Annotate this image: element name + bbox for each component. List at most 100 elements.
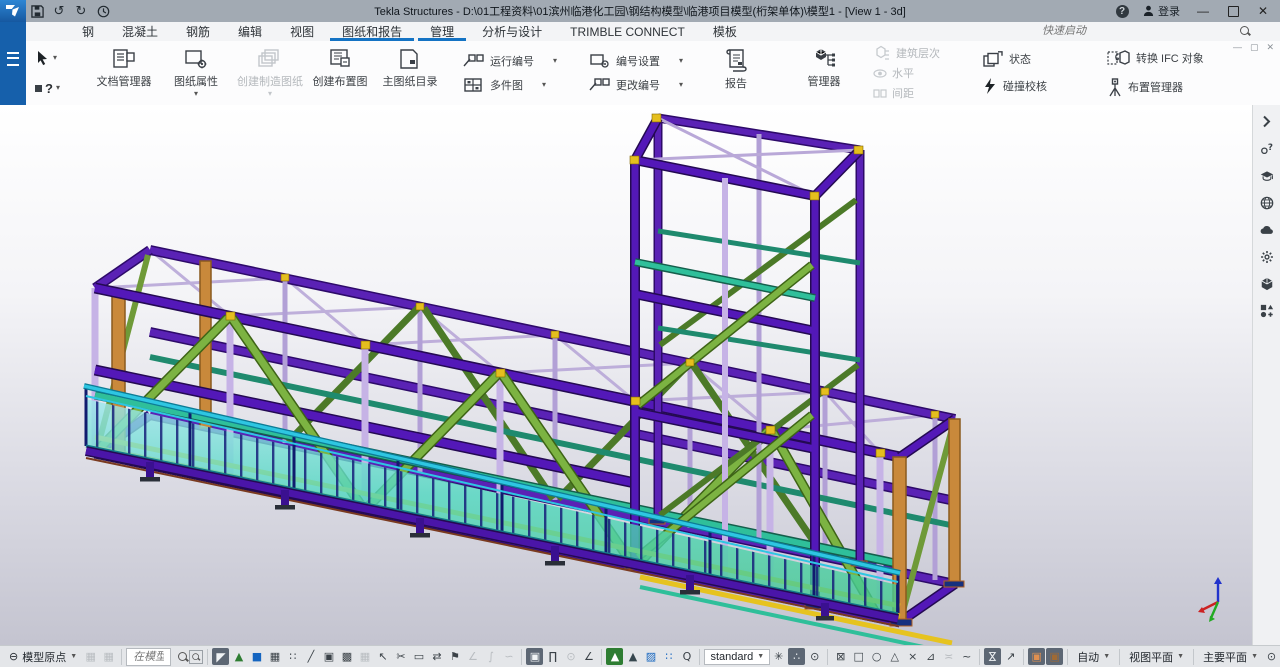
view-plane-dropdown[interactable]: 视图平面▼: [1124, 647, 1189, 667]
snap-mode-dropdown[interactable]: 自动▼: [1072, 647, 1115, 667]
filter-parts-icon[interactable]: ▲: [624, 648, 641, 665]
menu-tab[interactable]: 钢筋: [172, 22, 224, 41]
select-assemblies-icon[interactable]: ▦: [266, 648, 283, 665]
plane-visibility-icon[interactable]: ⊙: [1263, 648, 1280, 665]
snap-free-icon[interactable]: ↗: [1002, 648, 1019, 665]
multi-drawing-button[interactable]: 多件图▾: [461, 76, 583, 94]
snap-curve-icon[interactable]: ~: [958, 648, 975, 665]
ribbon-minimize-icon[interactable]: —: [1233, 42, 1242, 53]
relative-coords-icon[interactable]: ▣: [1046, 648, 1063, 665]
quick-launch[interactable]: [1040, 23, 1250, 39]
filter-components-icon[interactable]: ▲: [606, 648, 623, 665]
master-drawing-catalog-button[interactable]: 主图纸目录: [381, 41, 439, 105]
origin-lock-icon[interactable]: ▦: [82, 648, 99, 665]
inquire-tool-button[interactable]: ?▾: [34, 80, 61, 97]
organizer-button[interactable]: 管理器: [795, 41, 853, 105]
settings-icon[interactable]: [1254, 243, 1280, 270]
history-button[interactable]: [92, 2, 114, 20]
menu-tab[interactable]: 分析与设计: [468, 22, 556, 41]
filter-hatch-icon[interactable]: ▨: [642, 648, 659, 665]
snap-midpoint-icon[interactable]: ≍: [940, 648, 957, 665]
select-surfaces-icon[interactable]: ▣: [526, 648, 543, 665]
snap-circle-icon[interactable]: ○: [868, 648, 885, 665]
redo-button[interactable]: ↻: [70, 2, 92, 20]
reports-button[interactable]: 报告: [707, 41, 765, 105]
status-button[interactable]: 状态: [980, 50, 1049, 68]
snap-triangle-icon[interactable]: △: [886, 648, 903, 665]
snap-reference-icon[interactable]: ⊠: [832, 648, 849, 665]
select-rebar-set-icon[interactable]: ∽: [500, 648, 517, 665]
snap-perpendicular-icon[interactable]: ⊿: [922, 648, 939, 665]
menu-tab[interactable]: 编辑: [224, 22, 276, 41]
select-cast-units-icon[interactable]: ▣: [320, 648, 337, 665]
select-lines-icon[interactable]: ╱: [302, 648, 319, 665]
select-frames-icon[interactable]: ∏: [544, 648, 561, 665]
model-search-input[interactable]: [131, 650, 166, 664]
menu-tab[interactable]: 视图: [276, 22, 328, 41]
undo-button[interactable]: ↺: [48, 2, 70, 20]
ortho-icon[interactable]: ▣: [1028, 648, 1045, 665]
quick-launch-input[interactable]: [1040, 23, 1239, 40]
select-tool-button[interactable]: ▾: [34, 49, 61, 67]
restore-button[interactable]: [1220, 1, 1246, 21]
menu-tab[interactable]: 钢: [68, 22, 108, 41]
select-views-icon[interactable]: ▭: [410, 648, 427, 665]
numbering-settings-button[interactable]: 编号设置▾: [587, 52, 705, 70]
convert-ifc-objects-button[interactable]: 转换 IFC 对象: [1105, 48, 1206, 68]
properties-help-icon[interactable]: ?: [1254, 135, 1280, 162]
select-rebar-group-icon[interactable]: ∫: [482, 648, 499, 665]
menu-tab[interactable]: 图纸和报告: [328, 22, 416, 41]
menu-tab[interactable]: TRIMBLE CONNECT: [556, 22, 699, 41]
ribbon-restore-icon[interactable]: ▢: [1250, 42, 1259, 53]
architectural-hierarchy-button[interactable]: 建筑层次: [871, 44, 942, 62]
select-angles-icon[interactable]: ∠: [580, 648, 597, 665]
minimize-button[interactable]: —: [1190, 1, 1216, 21]
zoom-select-icon[interactable]: Q: [678, 648, 695, 665]
select-joints-icon[interactable]: ↖: [374, 648, 391, 665]
visibility-icon[interactable]: ⊙: [806, 648, 823, 665]
point-cloud-icon[interactable]: ∴: [788, 648, 805, 665]
close-button[interactable]: ✕: [1250, 1, 1276, 21]
select-grids-icon[interactable]: ▩: [338, 648, 355, 665]
select-fittings-icon[interactable]: ⇄: [428, 648, 445, 665]
document-manager-button[interactable]: 文档管理器: [95, 41, 153, 105]
model-3d-icon[interactable]: [1254, 270, 1280, 297]
select-objects-icon[interactable]: ■: [248, 648, 265, 665]
applications-components-icon[interactable]: [1254, 297, 1280, 324]
layout-manager-button[interactable]: 布置管理器: [1105, 76, 1206, 98]
main-plane-dropdown[interactable]: 主要平面▼: [1198, 647, 1263, 667]
save-button[interactable]: [26, 2, 48, 20]
horizontal-button[interactable]: 水平: [871, 64, 942, 82]
model-search[interactable]: [126, 648, 171, 666]
select-components-icon[interactable]: ▲: [230, 648, 247, 665]
cloud-icon[interactable]: [1254, 216, 1280, 243]
snap-cross-icon[interactable]: ×: [904, 648, 921, 665]
run-numbering-button[interactable]: 运行编号▾: [461, 52, 583, 70]
snap-hourglass-icon[interactable]: ⋈: [984, 648, 1001, 665]
model-3d-view[interactable]: [0, 105, 1252, 645]
search-model-button[interactable]: [171, 648, 189, 666]
change-numbering-button[interactable]: 更改编号▾: [587, 76, 705, 94]
origin-plane-icon[interactable]: ▦: [100, 648, 117, 665]
select-points-icon[interactable]: ∷: [284, 648, 301, 665]
filter-grid-icon[interactable]: ∷: [660, 648, 677, 665]
create-fabrication-drawings-button[interactable]: 创建制造图纸 ▾: [241, 41, 299, 105]
create-layout-drawing-button[interactable]: 创建布置图: [311, 41, 369, 105]
select-cursor-icon[interactable]: ◤: [212, 648, 229, 665]
menu-tab[interactable]: 管理: [416, 22, 468, 41]
search-in-view-button[interactable]: [189, 650, 203, 664]
selection-filter-dropdown[interactable]: standard▼: [704, 649, 770, 665]
help-button[interactable]: ?: [1111, 2, 1133, 20]
lock-button[interactable]: 锁定: [1274, 41, 1280, 105]
drawing-properties-button[interactable]: 图纸属性 ▾: [167, 41, 225, 105]
select-rebar-icon[interactable]: ∠: [464, 648, 481, 665]
online-icon[interactable]: [1254, 189, 1280, 216]
search-icon[interactable]: [1239, 25, 1250, 37]
ribbon-close-icon[interactable]: ✕: [1266, 42, 1274, 53]
menu-tab[interactable]: 模板: [699, 22, 751, 41]
ribbon-window-controls[interactable]: — ▢ ✕: [1233, 42, 1274, 53]
snap-geometry-icon[interactable]: □: [850, 648, 867, 665]
model-origin-dropdown[interactable]: ⊖ 模型原点 ▼: [4, 647, 82, 667]
select-grid-lines-icon[interactable]: ▦: [356, 648, 373, 665]
snapshot-icon[interactable]: ✳: [770, 648, 787, 665]
